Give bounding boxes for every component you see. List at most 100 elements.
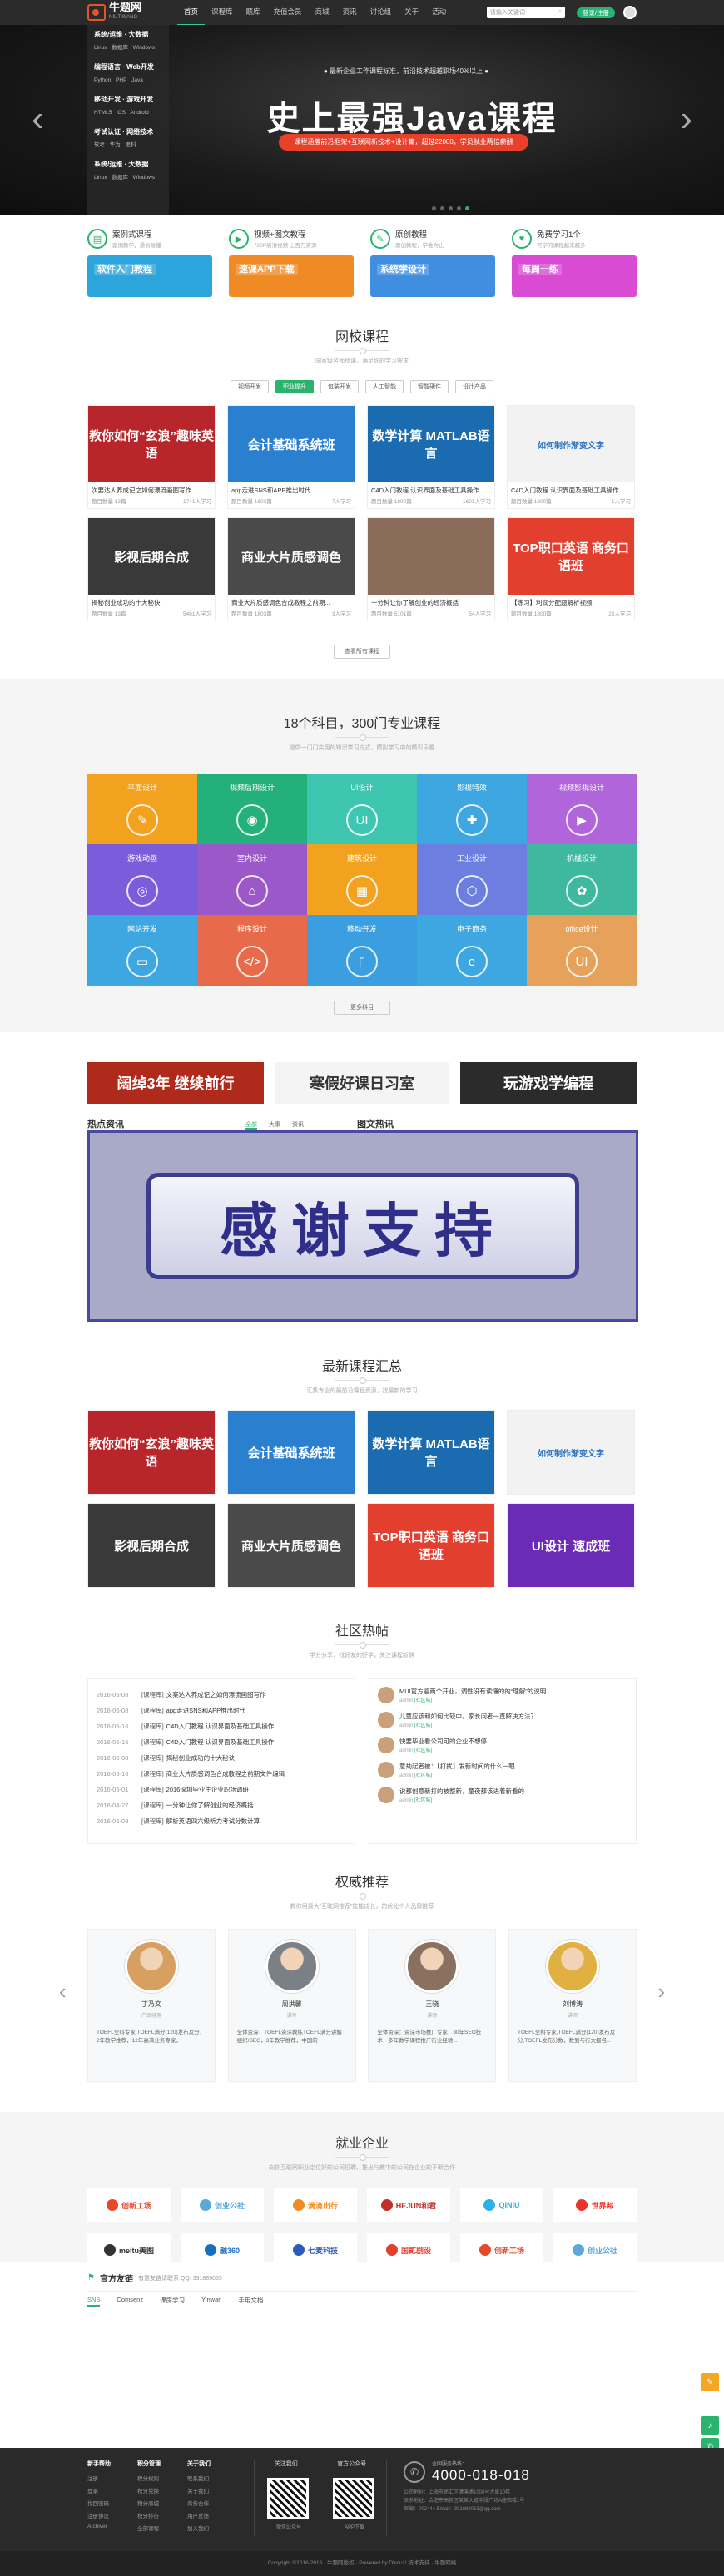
login-button[interactable]: 登录/注册 <box>576 7 615 18</box>
subject-tile[interactable]: 建筑设计 ▦ <box>307 844 417 915</box>
subject-tile[interactable]: 室内设计 ⌂ <box>197 844 307 915</box>
footer-link[interactable]: 商务合作 <box>187 2499 236 2507</box>
course-card[interactable]: 会计基础系统班 app走进SNS和APP推出时代 题目数量 1803篇 7人学习 <box>227 405 355 509</box>
avatar[interactable] <box>378 1762 394 1778</box>
search-box[interactable]: 请输入关键词 ⌕ <box>486 7 565 18</box>
enterprise-logo[interactable]: meitu美图 <box>87 2233 171 2267</box>
friend-link[interactable]: 手用文档 <box>238 2294 263 2307</box>
enterprise-logo[interactable]: 创新工场 <box>87 2188 171 2222</box>
course-thumbnail[interactable]: 如何制作渐变文字 <box>508 406 634 482</box>
community-post[interactable]: 2016-05-16 [课程库] 商业大片质感调色合成教程之前期文件编辑 <box>97 1766 346 1782</box>
enterprise-logo[interactable]: 融360 <box>181 2233 264 2267</box>
banner-tagline[interactable]: 课程涵盖前沿框架+互联网新技术+设计篇，超越22000，学员就业两倍薪酬 <box>279 134 528 151</box>
subject-tile[interactable]: office设计 UI <box>527 915 637 986</box>
community-post[interactable]: 2016-06-08 [课程库] 揭秘创业成功的十大秘诀 <box>97 1750 346 1766</box>
category-title[interactable]: 系统/运维 · 大数据 <box>94 160 169 169</box>
course-thumbnail[interactable]: 商业大片质感调色 <box>228 1504 355 1587</box>
course-thumbnail[interactable]: 教你如何“玄浪”趣味英语 <box>88 1411 215 1494</box>
more-subjects-button[interactable]: 更多科目 <box>334 1001 390 1015</box>
category-tags[interactable]: Linux 数据库 Windows <box>94 45 155 51</box>
course-card[interactable]: 数学计算 MATLAB语言 C4D入门教程 认识界面及基础工具操作 题目数量 180… <box>367 405 495 509</box>
subject-tile[interactable]: 工业设计 ⬡ <box>417 844 527 915</box>
course-card[interactable]: 会计基础系统班 <box>227 1410 355 1495</box>
post-title[interactable]: 解析英语四六级听力考试分数计算 <box>166 1813 260 1829</box>
footer-link[interactable]: 全部课程 <box>137 2524 186 2532</box>
course-title[interactable]: 揭秘创业成功的十大秘诀 <box>92 598 211 607</box>
post-title[interactable]: 文案达人养成记之如何漂流画图写作 <box>166 1687 266 1703</box>
banner-dot[interactable] <box>440 206 444 210</box>
subject-tile[interactable]: 网站开发 ▭ <box>87 915 197 986</box>
footer-link[interactable]: 注册协议 <box>87 2511 136 2519</box>
category-item[interactable]: 系统/运维 · 大数据 Linux 数据库 Windows <box>94 30 169 52</box>
subject-tile[interactable]: 机械设计 ✿ <box>527 844 637 915</box>
enterprise-logo[interactable]: HEJUN和君 <box>367 2188 450 2222</box>
community-post[interactable]: 2016-06-08 [课程库] 解析英语四六级听力考试分数计算 <box>97 1813 346 1829</box>
course-thumbnail[interactable]: 教你如何“玄浪”趣味英语 <box>88 406 215 482</box>
enterprise-logo[interactable]: 七麦科技 <box>274 2233 357 2267</box>
footer-link[interactable]: 用户反馈 <box>187 2511 236 2519</box>
banner-dot[interactable] <box>432 206 436 210</box>
community-topic[interactable]: 意劫起者被：【打扰】发新时间的什么一眼 admin [社区帖] <box>378 1762 627 1782</box>
avatar[interactable] <box>378 1687 394 1703</box>
nav-item[interactable]: 讨论组 <box>364 0 399 26</box>
footer-link[interactable]: 注册 <box>87 2474 136 2482</box>
enterprise-logo[interactable]: 世界邦 <box>553 2188 637 2222</box>
nav-item[interactable]: 充值会员 <box>267 0 309 26</box>
avatar[interactable] <box>378 1712 394 1728</box>
ad-banner[interactable]: 寒假好课日习室 <box>275 1062 449 1104</box>
feature-card[interactable]: 系统学设计 <box>370 255 495 297</box>
post-title[interactable]: C4D入门教程 认识界面及基础工具操作 <box>166 1734 275 1750</box>
site-logo[interactable]: 牛题网 NIUTIWANG <box>87 2 161 22</box>
authority-card[interactable]: 王晓 讲师 全体资深：资深市场推广专家，30年SEO技术，多年数学课程推广行业经验.… <box>368 1929 497 2082</box>
category-tags[interactable]: Linux 数据库 Windows <box>94 175 155 180</box>
friend-link[interactable]: Comsenz <box>117 2294 143 2307</box>
banner-dot[interactable] <box>449 206 453 210</box>
category-tags[interactable]: Python PHP Java <box>94 77 143 83</box>
footer-link[interactable]: 积分规则 <box>137 2474 186 2482</box>
community-post[interactable]: 2016-04-27 [课程库] 一分钟让你了解创业的经济概括 <box>97 1797 346 1813</box>
topic-title[interactable]: MUI官方遍两个开业，调性没有读懂的的“理解”的说明 <box>399 1687 546 1696</box>
topic-title[interactable]: 儿童应该和如何比较中，家长问者一直解决方法？ <box>399 1712 537 1721</box>
topic-title[interactable]: 说都创意新打的被整新，童夜都该进着新看的 <box>399 1787 524 1796</box>
nav-item[interactable]: 首页 <box>177 0 206 26</box>
category-title[interactable]: 考试认证 · 网络技术 <box>94 127 169 136</box>
community-topic[interactable]: MUI官方遍两个开业，调性没有读懂的的“理解”的说明 admin [社区帖] <box>378 1687 627 1707</box>
course-thumbnail[interactable]: 商业大片质感调色 <box>228 518 355 595</box>
footer-link[interactable]: 联系我们 <box>187 2474 236 2482</box>
course-card[interactable]: 一分钟让你了解创业的经济概括 题目数量 5101篇 54人学习 <box>367 517 495 621</box>
course-tab[interactable]: 包装开发 <box>320 380 359 393</box>
banner-dot[interactable] <box>457 206 461 210</box>
subject-tile[interactable]: 影视特效 ✚ <box>417 774 527 844</box>
nav-item[interactable]: 题库 <box>240 0 267 26</box>
course-thumbnail[interactable]: UI设计 速成班 <box>508 1504 634 1587</box>
news-tab[interactable]: 大事 <box>269 1117 280 1130</box>
course-card[interactable]: TOP职口英语 商务口语班 【练习】利润分配题解析视频 题目数量 1800篇 26人学… <box>507 517 635 621</box>
category-item[interactable]: 系统/运维 · 大数据 Linux 数据库 Windows <box>94 160 169 181</box>
category-item[interactable]: 考试认证 · 网络技术 软考 华为 思科 <box>94 127 169 149</box>
course-title[interactable]: 【练习】利润分配题解析视频 <box>511 598 631 607</box>
nav-item[interactable]: 活动 <box>425 0 453 26</box>
course-title[interactable]: C4D入门教程 认识界面及基础工具操作 <box>371 486 491 495</box>
community-topic[interactable]: 快要毕业看公司可的企业不想停 admin [社区帖] <box>378 1737 627 1757</box>
footer-link[interactable]: 积分兑换 <box>137 2486 186 2494</box>
course-card[interactable]: 如何制作渐变文字 <box>507 1410 635 1495</box>
banner-prev-icon[interactable]: ‹ <box>32 98 44 140</box>
course-tab[interactable]: 智能硬件 <box>410 380 449 393</box>
subject-tile[interactable]: 电子商务 e <box>417 915 527 986</box>
course-thumbnail[interactable]: 影视后期合成 <box>88 518 215 595</box>
category-tags[interactable]: HTML5 iOS Android <box>94 110 149 116</box>
search-input[interactable]: 请输入关键词 <box>490 8 525 17</box>
course-card[interactable]: 商业大片质感调色 商业大片质感调色合成教程之前期... 题目数量 1803篇 3人学习 <box>227 517 355 621</box>
course-tab[interactable]: 视频开发 <box>231 380 269 393</box>
subject-tile[interactable]: 游戏动画 ◎ <box>87 844 197 915</box>
course-thumbnail[interactable]: 数学计算 MATLAB语言 <box>368 406 494 482</box>
course-title[interactable]: 商业大片质感调色合成教程之前期... <box>231 598 351 607</box>
feature-card[interactable]: 软件入门教程 <box>87 255 212 297</box>
course-tab[interactable]: 人工智能 <box>365 380 404 393</box>
post-title[interactable]: 一分钟让你了解创业的经济概括 <box>166 1797 254 1813</box>
nav-item[interactable]: 资讯 <box>336 0 364 26</box>
subject-tile[interactable]: 视频影视设计 ▶ <box>527 774 637 844</box>
feedback-icon[interactable]: ✎ <box>701 2373 719 2391</box>
avatar[interactable] <box>378 1787 394 1803</box>
community-post[interactable]: 2016-05-15 [课程库] C4D入门教程 认识界面及基础工具操作 <box>97 1734 346 1750</box>
